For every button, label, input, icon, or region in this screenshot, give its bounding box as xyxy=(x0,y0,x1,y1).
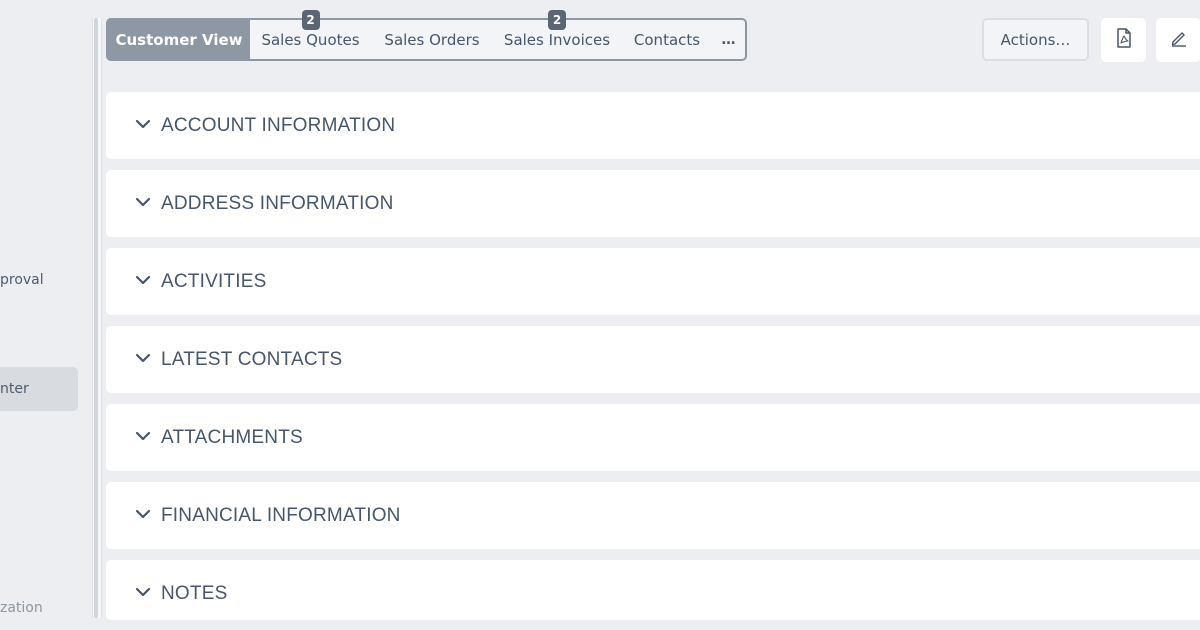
sidebar: proval nter zation xyxy=(0,0,92,630)
chevron-down-icon xyxy=(135,587,151,597)
sidebar-scrollbar-thumb[interactable] xyxy=(94,18,98,618)
section-attachments[interactable]: ATTACHMENTS xyxy=(106,404,1200,471)
section-title: LATEST CONTACTS xyxy=(161,348,343,370)
chevron-down-icon xyxy=(135,509,151,519)
tab-label: Sales Quotes xyxy=(261,30,360,49)
export-pdf-button[interactable] xyxy=(1101,18,1146,62)
actions-button-label: Actions… xyxy=(1000,30,1071,49)
section-notes[interactable]: NOTES xyxy=(106,560,1200,620)
sidebar-item-label: nter xyxy=(0,381,29,397)
chevron-down-icon xyxy=(135,275,151,285)
section-title: ACCOUNT INFORMATION xyxy=(161,114,396,136)
tab-customer-view[interactable]: Customer View xyxy=(108,20,250,59)
section-title: NOTES xyxy=(161,582,228,604)
tab-bar: Customer View 2 Sales Quotes Sales Order… xyxy=(106,10,747,61)
section-financial-information[interactable]: FINANCIAL INFORMATION xyxy=(106,482,1200,549)
chevron-down-icon xyxy=(135,197,151,207)
section-title: FINANCIAL INFORMATION xyxy=(161,504,401,526)
section-title: ACTIVITIES xyxy=(161,270,267,292)
chevron-down-icon xyxy=(135,119,151,129)
tab-sales-orders[interactable]: Sales Orders xyxy=(371,20,493,59)
count-badge: 2 xyxy=(301,10,320,30)
tab-label: Contacts xyxy=(633,30,701,49)
sidebar-item-center[interactable]: nter xyxy=(0,367,78,411)
tab-sales-quotes[interactable]: 2 Sales Quotes xyxy=(250,10,371,59)
tab-sales-invoices[interactable]: 2 Sales Invoices xyxy=(493,10,621,59)
sidebar-item-label: zation xyxy=(0,600,43,616)
tab-more[interactable]: … xyxy=(713,20,745,59)
sidebar-item-approval[interactable]: proval xyxy=(0,272,44,288)
pencil-icon xyxy=(1170,29,1188,51)
chevron-down-icon xyxy=(135,431,151,441)
sidebar-item-label: proval xyxy=(0,272,44,288)
section-latest-contacts[interactable]: LATEST CONTACTS xyxy=(106,326,1200,393)
tab-label: Sales Orders xyxy=(384,30,480,49)
tab-label: Sales Invoices xyxy=(503,30,611,49)
actions-button[interactable]: Actions… xyxy=(982,18,1089,61)
section-activities[interactable]: ACTIVITIES xyxy=(106,248,1200,315)
edit-button[interactable] xyxy=(1156,18,1200,62)
more-icon: … xyxy=(721,31,737,48)
sidebar-item-organization[interactable]: zation xyxy=(0,600,43,616)
section-title: ADDRESS INFORMATION xyxy=(161,192,394,214)
tab-contacts[interactable]: Contacts xyxy=(621,20,713,59)
section-title: ATTACHMENTS xyxy=(161,426,303,448)
pdf-file-icon xyxy=(1115,28,1133,52)
section-account-information[interactable]: ACCOUNT INFORMATION xyxy=(106,92,1200,159)
section-address-information[interactable]: ADDRESS INFORMATION xyxy=(106,170,1200,237)
count-badge: 2 xyxy=(548,10,566,30)
tab-label: Customer View xyxy=(115,30,243,49)
chevron-down-icon xyxy=(135,353,151,363)
